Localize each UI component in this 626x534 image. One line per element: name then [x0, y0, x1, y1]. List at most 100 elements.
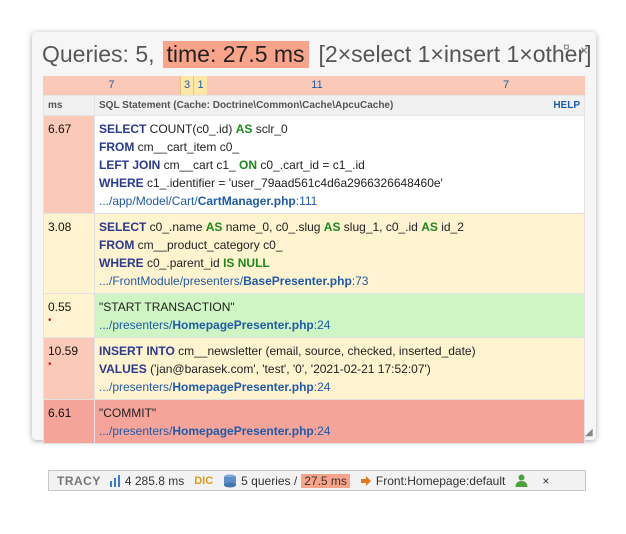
sql-statement-cell: SELECT COUNT(c0_.id) AS sclr_0 FROM cm__c… — [94, 115, 585, 214]
sql-text: c1_.identifier = 'user_79aad561c4d6a2966… — [143, 176, 443, 190]
total-time-badge: time: 27.5 ms — [162, 40, 309, 68]
timeline-segment: 3 — [180, 76, 194, 95]
query-time: 6.61 — [48, 406, 72, 420]
sql-text: cm__cart c1_ — [160, 158, 240, 172]
sql-text: c0_.name — [146, 220, 206, 234]
route-name: Front:Homepage:default — [375, 473, 506, 488]
source-file: CartManager.php — [197, 194, 296, 208]
timeline-segment: 1 — [194, 76, 207, 95]
pin-icon[interactable]: ¤ — [563, 40, 570, 54]
sql-statement-cell: "COMMIT" .../presenters/HomepagePresenter… — [94, 399, 585, 444]
query-row: 6.61 "COMMIT" .../presenters/HomepagePrese… — [43, 399, 585, 444]
panel-title-text: Queries: 5, — [42, 40, 155, 67]
sql-line: "COMMIT" — [99, 404, 580, 422]
queries-time: 27.5 ms — [301, 473, 350, 488]
help-link[interactable]: HELP — [553, 100, 580, 111]
timeline-segment: 7 — [427, 76, 585, 95]
sql-text: ('jan@barasek.com', 'test', '0', '2021-0… — [146, 362, 431, 376]
execution-time-item[interactable]: 4 285.8 ms — [109, 474, 184, 488]
sql-line: "START TRANSACTION" — [99, 298, 580, 316]
source-path: .../app/Model/Cart/ — [99, 194, 198, 208]
query-type-summary: [2×select 1×insert 1×other] — [318, 40, 592, 67]
execution-time-value: 4 285.8 ms — [124, 473, 185, 488]
sql-line: LEFT JOIN cm__cart c1_ ON c0_.cart_id = … — [99, 156, 580, 174]
sql-line: FROM cm__cart_item c0_ — [99, 138, 580, 156]
query-row: 6.67 SELECT COUNT(c0_.id) AS sclr_0 FROM c… — [43, 115, 585, 214]
panel-title: Queries: 5, time: 27.5 ms [2×select 1×in… — [42, 38, 592, 70]
source-path: .../presenters/ — [99, 380, 173, 394]
query-time: 3.08 — [48, 220, 72, 234]
sql-line: INSERT INTO cm__newsletter (email, sourc… — [99, 342, 580, 360]
query-time-cell: 6.61 — [43, 399, 95, 444]
close-bar-icon[interactable]: × — [542, 474, 549, 488]
source-path: .../presenters/ — [99, 318, 173, 332]
resize-handle-icon[interactable]: ◢ — [585, 427, 593, 438]
sql-keyword: FROM — [99, 140, 135, 154]
arrow-right-icon — [360, 475, 371, 486]
query-time: 6.67 — [48, 122, 72, 136]
sql-statement-cell: "START TRANSACTION" .../presenters/Homepa… — [94, 293, 585, 338]
source-link[interactable]: .../app/Model/Cart/CartManager.php:111 — [99, 192, 580, 210]
source-link[interactable]: .../presenters/HomepagePresenter.php:24 — [99, 422, 580, 440]
source-line: :111 — [295, 194, 318, 208]
sql-line: WHERE c1_.identifier = 'user_79aad561c4d… — [99, 174, 580, 192]
column-header-sql-label: SQL Statement (Cache: Doctrine\Common\Ca… — [99, 100, 394, 111]
query-time-cell: 6.67 — [43, 115, 95, 214]
sql-text: id_2 — [437, 220, 464, 234]
timeline-segment: 11 — [207, 76, 427, 95]
sql-statement-cell: INSERT INTO cm__newsletter (email, sourc… — [94, 337, 585, 400]
sql-text: slug_1, c0_.id — [340, 220, 422, 234]
query-row: 3.08 SELECT c0_.name AS name_0, c0_.slug … — [43, 213, 585, 294]
query-time-cell: 3.08 — [43, 213, 95, 294]
source-file: BasePresenter.php — [243, 274, 352, 288]
source-link[interactable]: .../FrontModule/presenters/BasePresenter… — [99, 272, 580, 290]
sql-text: name_0, c0_.slug — [222, 220, 324, 234]
queries-count: 5 queries / — [241, 473, 298, 488]
sql-line: WHERE c0_.parent_id IS NULL — [99, 254, 580, 272]
sql-keyword: FROM — [99, 238, 135, 252]
source-link[interactable]: .../presenters/HomepagePresenter.php:24 — [99, 378, 580, 396]
tracy-debug-bar: TRACY 4 285.8 ms DIC 5 queries / 27.5 ms… — [48, 470, 586, 491]
source-line: :24 — [313, 380, 331, 394]
sql-keyword: WHERE — [99, 256, 144, 270]
sql-keyword: ON — [239, 158, 258, 172]
user-item[interactable] — [515, 474, 532, 487]
query-row: 10.59 • INSERT INTO cm__newsletter (email,… — [43, 337, 585, 400]
source-file: HomepagePresenter.php — [172, 424, 314, 438]
sql-keyword: AS — [235, 122, 253, 136]
sql-keyword: INSERT INTO — [99, 344, 175, 358]
transaction-marker: • — [48, 359, 52, 370]
sql-text: cm__newsletter (email, source, checked, … — [174, 344, 476, 358]
dic-icon: DIC — [194, 474, 214, 487]
queries-table: ms SQL Statement (Cache: Doctrine\Common… — [43, 95, 585, 444]
source-file: HomepagePresenter.php — [172, 318, 314, 332]
sql-text: COUNT(c0_.id) — [146, 122, 236, 136]
sql-statement-cell: SELECT c0_.name AS name_0, c0_.slug AS s… — [94, 213, 585, 294]
query-row: 0.55 • "START TRANSACTION" .../presenters/H… — [43, 293, 585, 338]
tracy-logo[interactable]: TRACY — [57, 474, 101, 488]
sql-keyword: SELECT — [99, 220, 147, 234]
sql-keyword: AS — [323, 220, 341, 234]
sql-text: "START TRANSACTION" — [99, 300, 235, 314]
column-header-sql: SQL Statement (Cache: Doctrine\Common\Ca… — [94, 95, 585, 116]
timeline-bar: 7 3 1 11 7 — [43, 76, 585, 95]
query-time-cell: 0.55 • — [43, 293, 95, 338]
database-queries-item[interactable]: 5 queries / 27.5 ms — [223, 473, 350, 488]
source-link[interactable]: .../presenters/HomepagePresenter.php:24 — [99, 316, 580, 334]
sql-text: cm__product_category c0_ — [134, 238, 283, 252]
sql-keyword: AS — [205, 220, 223, 234]
sql-keyword: IS NULL — [223, 256, 270, 270]
sql-keyword: AS — [421, 220, 438, 234]
source-path: .../presenters/ — [99, 424, 173, 438]
sql-keyword: SELECT — [99, 122, 147, 136]
source-line: :73 — [351, 274, 369, 288]
close-icon[interactable]: × — [580, 42, 588, 58]
query-time: 10.59 — [48, 344, 79, 358]
sql-text: sclr_0 — [252, 122, 288, 136]
transaction-marker: • — [48, 315, 52, 326]
user-icon — [515, 474, 528, 487]
dic-item[interactable]: DIC — [194, 475, 213, 487]
route-item[interactable]: Front:Homepage:default — [360, 474, 505, 488]
sql-text: c0_.cart_id = c1_.id — [257, 158, 365, 172]
sql-line: FROM cm__product_category c0_ — [99, 236, 580, 254]
